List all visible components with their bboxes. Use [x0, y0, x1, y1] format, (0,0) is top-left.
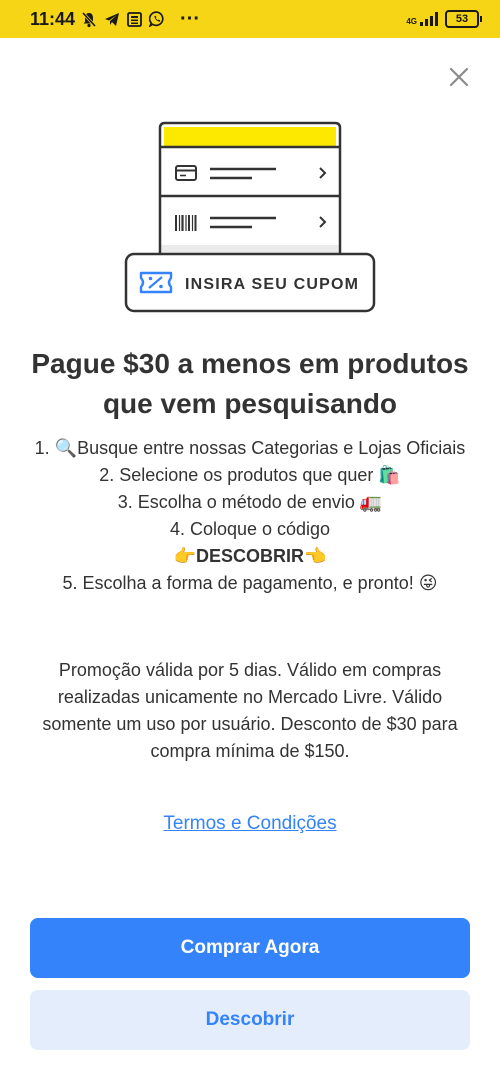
- terms-container: Termos e Condições: [0, 810, 500, 838]
- step-item: 3. Escolha o método de envio 🚛: [117, 492, 383, 512]
- battery-icon: 53: [445, 10, 482, 28]
- whatsapp-icon: [149, 11, 164, 27]
- coupon-illustration: INSIRA SEU CUPOM: [124, 121, 376, 313]
- status-system-icons: 4G 53: [406, 10, 482, 28]
- bell-off-icon: [81, 11, 97, 27]
- page-title: Pague $30 a menos em produtos que vem pe…: [31, 348, 469, 419]
- signal-icon: [420, 12, 438, 26]
- more-dots-icon: ···: [180, 8, 201, 30]
- status-bar: 11:44 ··· 4G 53: [0, 0, 500, 38]
- telegram-icon: [105, 12, 120, 26]
- news-icon: [127, 11, 142, 27]
- battery-level: 53: [455, 12, 469, 25]
- step-item: 4. Coloque o código: [169, 519, 331, 539]
- buy-now-button[interactable]: Comprar Agora: [30, 918, 470, 978]
- step-item: 2. Selecione os produtos que quer 🛍️: [99, 465, 401, 485]
- status-time: 11:44: [30, 8, 76, 29]
- step-item: 1. 🔍Busque entre nossas Categorias e Loj…: [34, 438, 466, 458]
- discover-button[interactable]: Descobrir: [30, 990, 470, 1050]
- step-item: 5. Escolha a forma de pagamento, e pront…: [62, 573, 438, 593]
- terms-link[interactable]: Termos e Condições: [163, 813, 336, 834]
- network-type: 4G: [406, 17, 417, 26]
- steps-list: 1. 🔍Busque entre nossas Categorias e Loj…: [30, 435, 470, 597]
- coupon-code: 👉DESCOBRIR👈: [173, 546, 327, 566]
- coupon-input-label: INSIRA SEU CUPOM: [185, 276, 359, 293]
- barcode-icon: [175, 215, 197, 231]
- close-icon: [449, 67, 469, 87]
- close-button[interactable]: [448, 66, 470, 88]
- promo-conditions-text: Promoção válida por 5 dias. Válido em co…: [42, 660, 458, 761]
- status-notification-icons: ···: [81, 8, 201, 30]
